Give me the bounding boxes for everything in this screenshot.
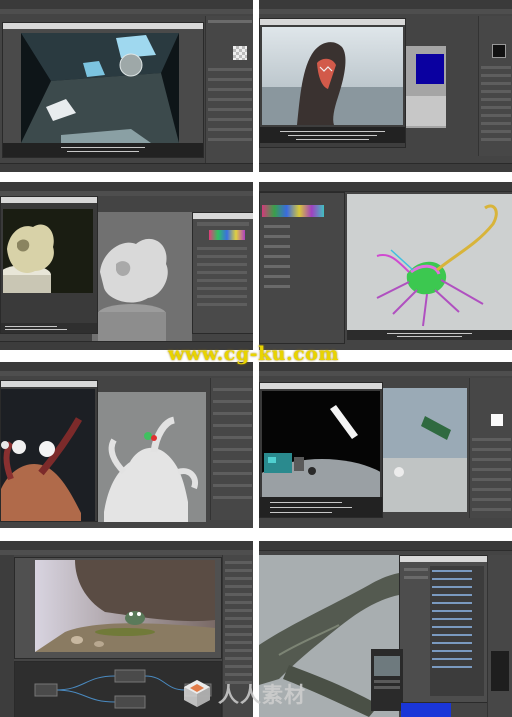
hypershade-window[interactable]: [192, 212, 253, 334]
title-bar: [259, 541, 512, 551]
attribute-editor[interactable]: [210, 378, 253, 520]
render-viewport: [35, 560, 215, 652]
render-caption: [347, 330, 512, 340]
render-view-window[interactable]: [259, 382, 398, 528]
render-view-window[interactable]: [14, 557, 222, 659]
toolbox[interactable]: [0, 555, 14, 717]
blue-plane[interactable]: [416, 54, 444, 84]
render-viewport[interactable]: [347, 194, 512, 340]
timeline[interactable]: [259, 163, 512, 172]
window-title[interactable]: [1, 381, 97, 387]
swatch-strip[interactable]: [209, 230, 245, 240]
panel-octopus-render: [0, 362, 253, 528]
color-strip[interactable]: [262, 205, 324, 217]
texture-swatch[interactable]: [233, 46, 247, 60]
attribute-editor[interactable]: [469, 378, 512, 518]
material-swatch[interactable]: [492, 44, 506, 58]
render-view-window[interactable]: [0, 380, 98, 522]
panel-seal-render: [259, 0, 512, 172]
menu-bar[interactable]: [0, 371, 253, 376]
outliner-window[interactable]: [399, 555, 489, 703]
small-render-window[interactable]: [371, 649, 403, 711]
menu-bar[interactable]: [0, 550, 253, 555]
title-bar: [259, 182, 512, 192]
render-view-window[interactable]: [259, 18, 406, 148]
menu-bar[interactable]: [259, 371, 512, 376]
window-title[interactable]: [400, 556, 488, 562]
scene-viewport[interactable]: [92, 212, 192, 350]
menu-bar[interactable]: [0, 9, 253, 14]
scene-viewport[interactable]: [406, 46, 446, 128]
window-title[interactable]: [193, 213, 253, 219]
attribute-editor[interactable]: [478, 16, 512, 156]
render-caption: [1, 323, 97, 333]
site-watermark: www.cg-ku.com: [168, 343, 339, 365]
menu-bar[interactable]: [259, 9, 512, 14]
window-title[interactable]: [1, 197, 97, 203]
timeline[interactable]: [0, 163, 253, 172]
render-view-window[interactable]: [0, 196, 98, 334]
panel-robot-render: [259, 362, 512, 528]
render-viewport: [0, 209, 93, 293]
cube-logo-icon: [182, 678, 212, 708]
brand-watermark: 人人素材: [182, 676, 332, 710]
window-title[interactable]: [260, 19, 405, 25]
window-title[interactable]: [3, 23, 203, 29]
render-viewport: [262, 27, 403, 125]
panel-creature-wireframe: [259, 182, 512, 350]
attribute-editor[interactable]: [205, 16, 253, 164]
node-editor-window[interactable]: [259, 192, 345, 344]
render-caption: [260, 127, 405, 143]
render-caption: [3, 143, 203, 157]
scene-viewport[interactable]: [379, 388, 467, 512]
render-view-window[interactable]: [2, 22, 204, 158]
attribute-editor[interactable]: [487, 555, 512, 717]
render-caption: [260, 497, 382, 517]
render-viewport: [259, 391, 398, 528]
material-swatch[interactable]: [491, 414, 503, 426]
panel-sculpture-render: [0, 182, 253, 350]
logo-text: 人人素材: [218, 683, 306, 707]
window-title[interactable]: [260, 383, 382, 389]
render-viewport: [21, 33, 179, 143]
panel-room-render: [0, 0, 253, 172]
blue-status-button[interactable]: [401, 703, 451, 717]
scene-viewport[interactable]: [94, 392, 206, 522]
render-viewport: [1, 389, 95, 521]
